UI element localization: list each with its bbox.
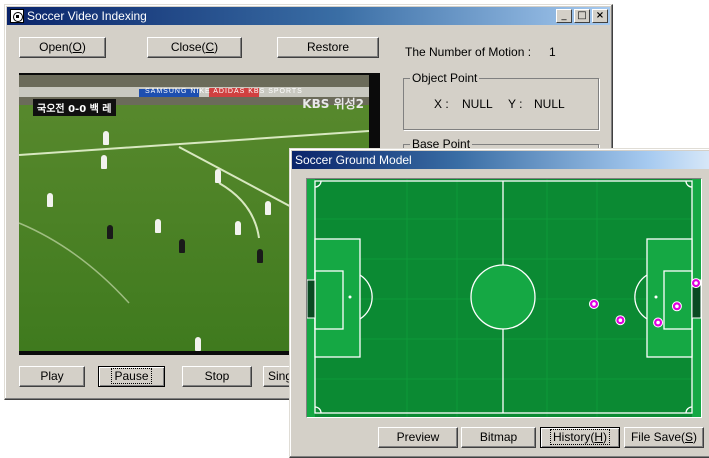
object-y-value: NULL <box>534 97 565 111</box>
object-point-legend: Object Point <box>410 71 480 85</box>
video-player-figure <box>155 219 161 233</box>
open-button-label: Open(O) <box>39 40 86 54</box>
file-save-button-label: File Save(S) <box>630 430 698 444</box>
left-goal <box>307 279 316 319</box>
close-button[interactable]: Close(C) <box>147 37 242 58</box>
object-point-group: Object Point X : NULL Y : NULL <box>403 71 599 130</box>
main-window-title: Soccer Video Indexing <box>27 9 147 23</box>
open-button[interactable]: Open(O) <box>19 37 106 58</box>
soccer-ball-icon <box>10 9 24 23</box>
video-player-figure <box>235 221 241 235</box>
score-overlay: 국오전 0-0 백 레 <box>33 99 116 116</box>
preview-button[interactable]: Preview <box>378 427 458 448</box>
history-button[interactable]: History(H) <box>540 427 620 448</box>
video-player-figure <box>215 169 221 183</box>
close-window-button[interactable]: × <box>592 9 608 23</box>
restore-button[interactable]: Restore <box>277 37 379 58</box>
video-player-figure <box>179 239 185 253</box>
pause-button-label: Pause <box>111 368 152 384</box>
player-marker-dot <box>618 318 623 322</box>
maximize-button[interactable]: □ <box>574 9 590 23</box>
ground-model-titlebar[interactable]: Soccer Ground Model <box>292 151 709 169</box>
file-save-button[interactable]: File Save(S) <box>624 427 704 448</box>
video-player-figure <box>265 201 271 215</box>
channel-overlay: KBS 위성2 <box>302 97 364 111</box>
video-player-figure <box>195 337 201 351</box>
video-board-text: SAMSUNG NIKE ADIDAS KBS SPORTS <box>145 88 303 95</box>
close-button-label: Close(C) <box>170 40 219 54</box>
soccer-field <box>306 178 702 418</box>
ground-model-window: Soccer Ground Model Preview Bitmap Histo… <box>289 148 709 458</box>
right-penalty-spot <box>654 295 658 299</box>
video-player-figure <box>257 249 263 263</box>
ground-model-title: Soccer Ground Model <box>295 153 412 167</box>
object-x-value: NULL <box>462 97 493 111</box>
video-player-figure <box>47 193 53 207</box>
player-marker-dot <box>675 304 679 309</box>
pause-button[interactable]: Pause <box>98 366 165 387</box>
video-player-figure <box>107 225 113 239</box>
motion-count-label: The Number of Motion : <box>405 45 532 59</box>
play-button[interactable]: Play <box>19 366 85 387</box>
player-marker-dot <box>656 320 660 325</box>
left-penalty-box <box>314 238 361 358</box>
player-marker-dot <box>592 302 596 306</box>
minimize-button[interactable]: _ <box>556 9 572 23</box>
object-y-label: Y : <box>508 97 523 111</box>
center-circle <box>470 264 536 330</box>
left-penalty-spot <box>348 295 352 299</box>
player-marker-dot <box>694 281 698 285</box>
right-penalty-box <box>646 238 693 358</box>
video-player-figure <box>103 131 109 145</box>
history-button-label: History(H) <box>549 429 611 445</box>
video-player-figure <box>101 155 107 169</box>
object-x-label: X : <box>434 97 449 111</box>
bitmap-button[interactable]: Bitmap <box>461 427 536 448</box>
main-titlebar[interactable]: Soccer Video Indexing _ □ × <box>7 7 610 25</box>
motion-count-value: 1 <box>549 45 556 59</box>
stop-button[interactable]: Stop <box>182 366 252 387</box>
pitch-diagram <box>307 179 701 417</box>
